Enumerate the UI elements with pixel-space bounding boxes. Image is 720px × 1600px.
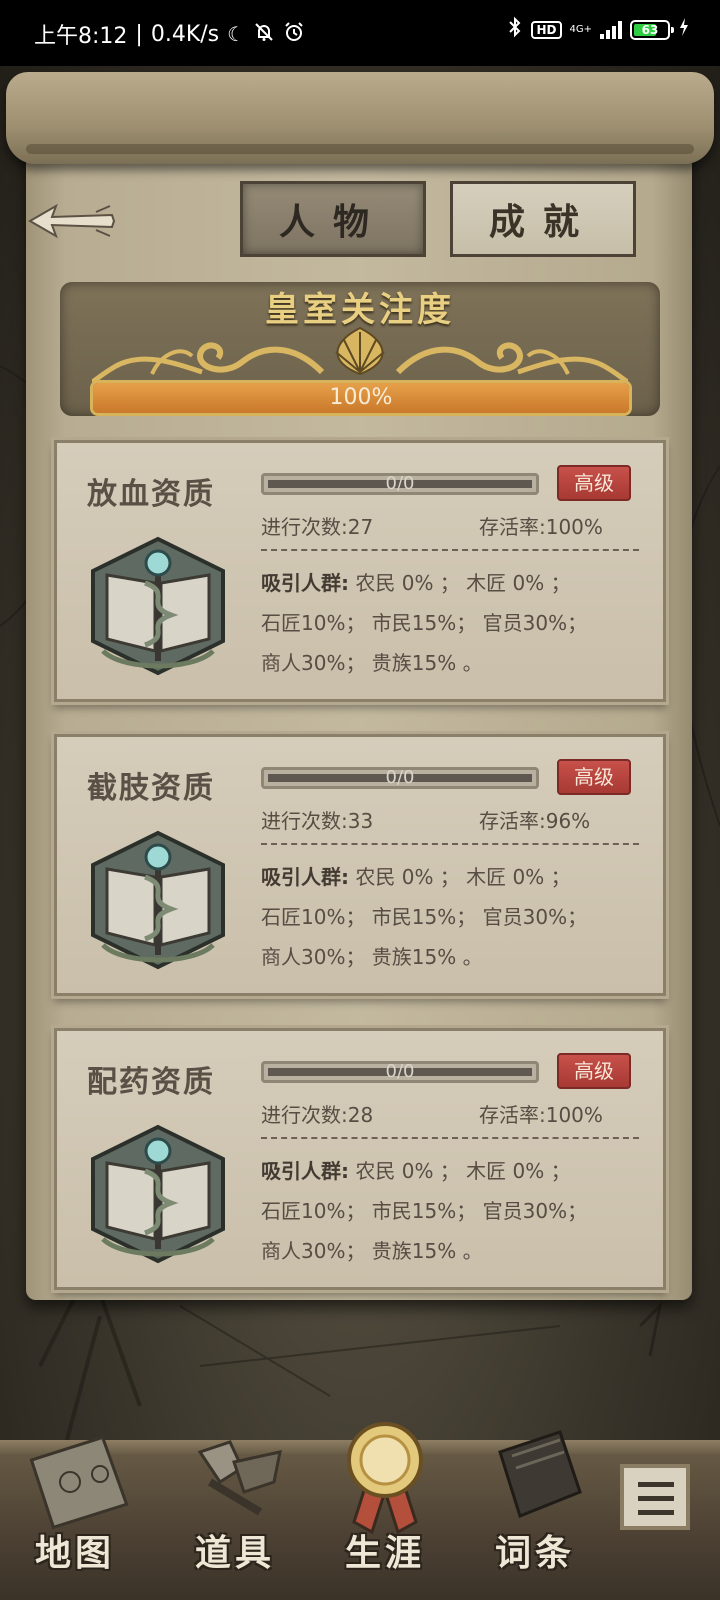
skill-card-pharmacy: 配药资质 0/0 高级 进行次数:28 存活率:100% 吸引人群: 农民 0%… [54, 1028, 666, 1290]
tools-icon [197, 1440, 282, 1516]
status-bar: 上午8:12 | 0.4K/s ☾ HD 4G+ 63 [0, 0, 720, 66]
medal-icon [347, 1422, 423, 1535]
attract-line-3: 商人30%； 贵族15% 。 [261, 1239, 483, 1263]
nav-label: 地图 [34, 1532, 115, 1574]
status-time: 上午8:12 [34, 24, 128, 49]
scroll-roll [6, 72, 714, 164]
card-divider [261, 843, 639, 845]
skill-progress-bar: 0/0 [261, 1061, 539, 1083]
skill-title: 放血资质 [87, 477, 215, 512]
skill-card-amputation: 截肢资质 0/0 高级 进行次数:33 存活率:96% 吸引人群: 农民 0% … [54, 734, 666, 996]
skill-level-badge: 高级 [557, 759, 631, 795]
card-divider [261, 549, 639, 551]
attract-values-1: 农民 0% ； 木匠 0% ； [355, 865, 571, 889]
caduceus-book-emblem-icon [91, 830, 225, 970]
attract-line-3: 商人30%； 贵族15% 。 [261, 945, 483, 969]
battery-icon: 63 [630, 19, 674, 40]
attract-values-1: 农民 0% ； 木匠 0% ； [355, 571, 571, 595]
signal-icon [600, 20, 622, 39]
ornament-decoration [92, 326, 628, 384]
skill-survival-rate: 存活率:96% [479, 809, 591, 833]
tab-character[interactable]: 人物 [240, 181, 426, 257]
skill-level-badge: 高级 [557, 1053, 631, 1089]
status-separator: | [135, 21, 143, 47]
skill-count: 进行次数:33 [261, 809, 374, 833]
attract-line-2: 石匠10%； 市民15%； 官员30%； [261, 611, 588, 635]
skill-card-bloodletting: 放血资质 0/0 高级 进行次数:27 存活率:100% 吸引人群: 农民 0%… [54, 440, 666, 702]
tab-achievement[interactable]: 成就 [450, 181, 636, 257]
back-arrow-icon[interactable] [26, 200, 118, 242]
book-icon [498, 1430, 582, 1518]
attract-line-1: 吸引人群: 农民 0% ； 木匠 0% ； [261, 861, 571, 890]
attract-line-1: 吸引人群: 农民 0% ； 木匠 0% ； [261, 567, 571, 596]
royal-progress-label: 100% [329, 385, 393, 410]
nav-label: 生涯 [344, 1532, 425, 1574]
nav-map[interactable]: 地图 [0, 1412, 150, 1592]
network-type: 4G+ [569, 23, 593, 35]
charging-icon [678, 16, 690, 43]
nav-label: 道具 [194, 1532, 275, 1574]
skill-survival-rate: 存活率:100% [479, 1103, 603, 1127]
nav-tools[interactable]: 道具 [160, 1412, 310, 1592]
attract-line-2: 石匠10%； 市民15%； 官员30%； [261, 905, 588, 929]
battery-level: 63 [641, 22, 659, 37]
skill-count: 进行次数:28 [261, 1103, 374, 1127]
skill-progress-label: 0/0 [385, 1061, 415, 1082]
nav-career[interactable]: 生涯 [310, 1412, 460, 1592]
skill-progress-bar: 0/0 [261, 473, 539, 495]
mute-bell-icon [253, 21, 275, 48]
map-icon [29, 1435, 129, 1530]
attract-label: 吸引人群: [261, 571, 349, 595]
attract-values-1: 农民 0% ； 木匠 0% ； [355, 1159, 571, 1183]
nav-label: 词条 [494, 1532, 575, 1574]
moon-icon: ☾ [227, 22, 246, 46]
caduceus-book-emblem-icon [91, 1124, 225, 1264]
skill-count: 进行次数:27 [261, 515, 374, 539]
status-speed: 0.4K/s [150, 21, 220, 47]
nav-glossary[interactable]: 词条 [460, 1412, 610, 1592]
skill-title: 配药资质 [87, 1065, 215, 1100]
attract-line-1: 吸引人群: 农民 0% ； 木匠 0% ； [261, 1155, 571, 1184]
skill-title: 截肢资质 [87, 771, 215, 806]
skill-survival-rate: 存活率:100% [479, 515, 603, 539]
skill-level-badge: 高级 [557, 465, 631, 501]
attract-line-3: 商人30%； 贵族15% 。 [261, 651, 483, 675]
skill-progress-label: 0/0 [385, 473, 415, 494]
menu-list-button[interactable] [620, 1464, 690, 1530]
card-divider [261, 1137, 639, 1139]
attract-label: 吸引人群: [261, 1159, 349, 1183]
bluetooth-icon [507, 16, 523, 43]
attract-label: 吸引人群: [261, 865, 349, 889]
attract-line-2: 石匠10%； 市民15%； 官员30%； [261, 1199, 588, 1223]
alarm-icon [283, 21, 305, 48]
skill-progress-bar: 0/0 [261, 767, 539, 789]
caduceus-book-emblem-icon [91, 536, 225, 676]
royal-attention-progress: 100% [90, 380, 632, 416]
skill-progress-label: 0/0 [385, 767, 415, 788]
hd-badge: HD [531, 20, 562, 39]
